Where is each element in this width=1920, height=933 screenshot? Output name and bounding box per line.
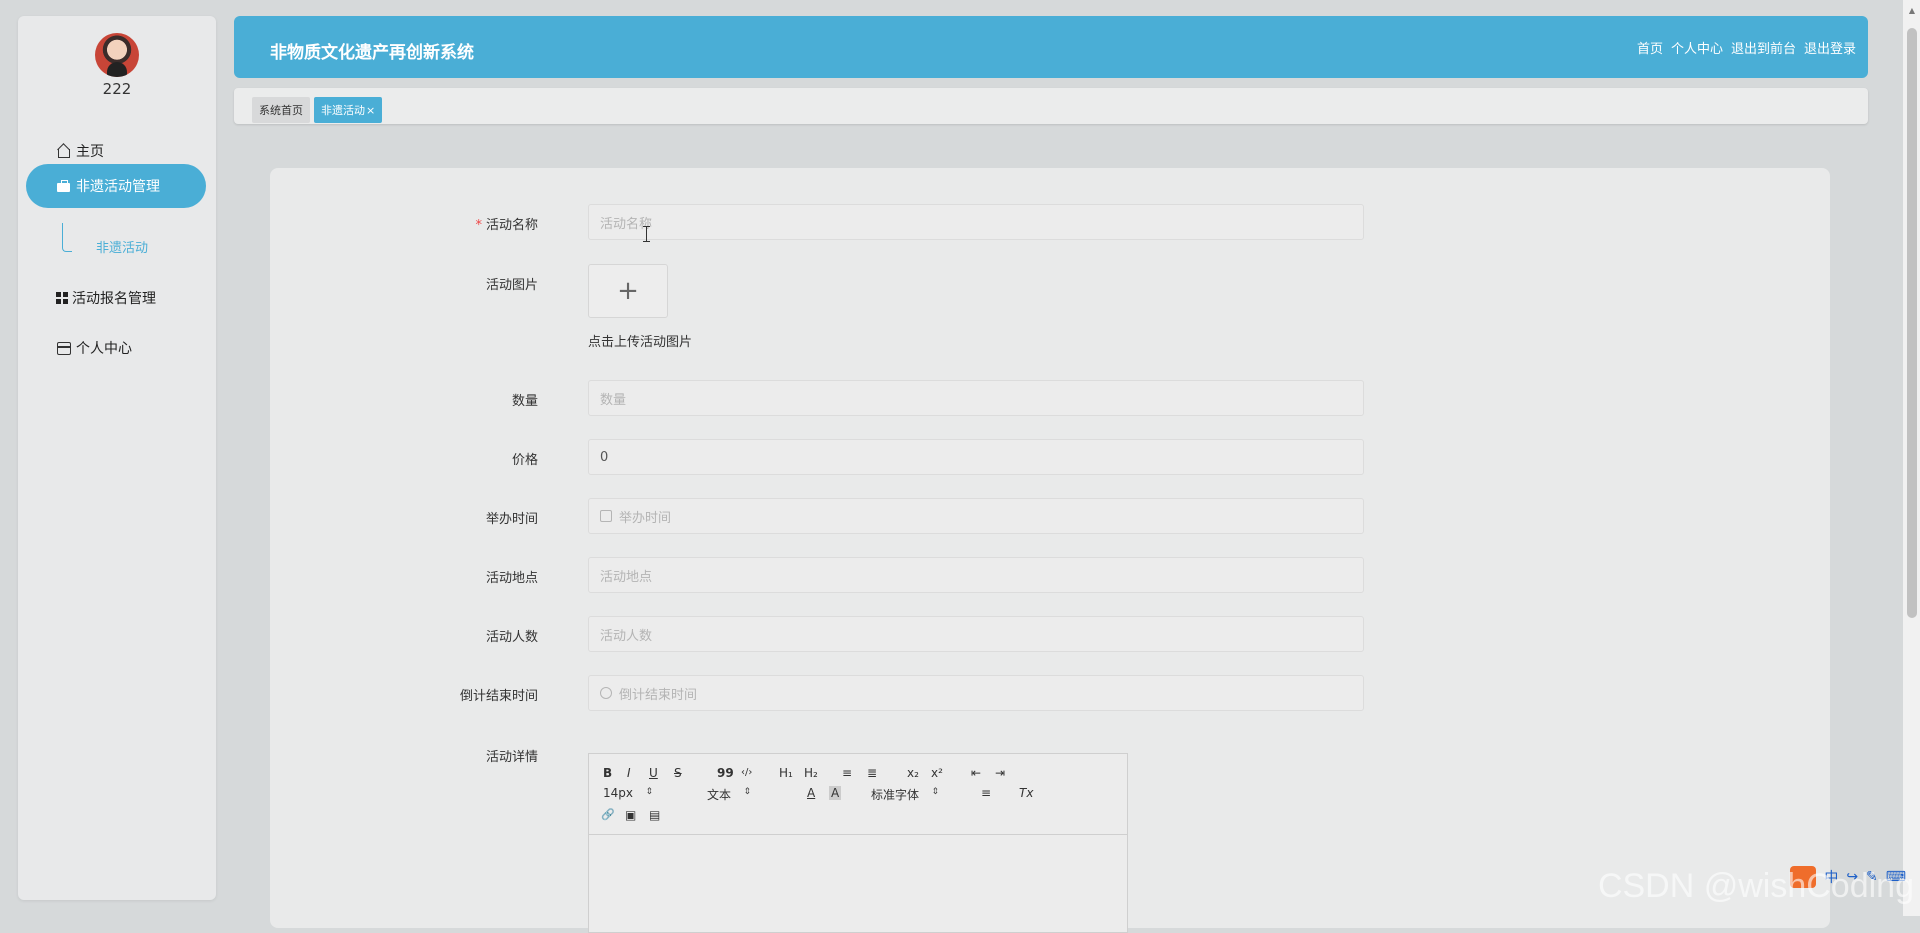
countdown-end-label: 倒计结束时间 bbox=[459, 689, 538, 704]
location-input[interactable]: 活动地点 bbox=[588, 557, 1364, 593]
required-mark: * bbox=[475, 218, 482, 233]
header-link-personal-center[interactable]: 个人中心 bbox=[1671, 38, 1723, 57]
price-label: 价格 bbox=[511, 453, 538, 468]
scroll-up-arrow-icon[interactable]: ▲ bbox=[1909, 6, 1915, 15]
calendar-icon bbox=[600, 510, 612, 522]
align-button[interactable]: ≡ bbox=[981, 786, 991, 800]
sidebar-item-label: 个人中心 bbox=[76, 341, 132, 357]
font-family-select[interactable]: 标准字体 bbox=[871, 786, 939, 803]
avatar[interactable] bbox=[95, 33, 139, 77]
strike-button[interactable]: S bbox=[674, 766, 682, 780]
editor-toolbar: B I U S 99 ‹/› H₁ H₂ ≡ ≣ x₂ x² ⇤ ⇥ 14px … bbox=[589, 754, 1127, 835]
bold-button[interactable]: B bbox=[603, 766, 612, 780]
clear-format-button[interactable]: Tx bbox=[1019, 786, 1033, 800]
price-input[interactable]: 0 bbox=[588, 439, 1364, 475]
activity-image-label: 活动图片 bbox=[485, 278, 538, 293]
people-count-input[interactable]: 活动人数 bbox=[588, 616, 1364, 652]
header-link-logout[interactable]: 退出登录 bbox=[1804, 38, 1856, 57]
header-link-home[interactable]: 首页 bbox=[1637, 38, 1663, 57]
tab-label: 非遗活动 bbox=[321, 104, 365, 117]
location-placeholder: 活动地点 bbox=[600, 569, 653, 585]
tab-system-home[interactable]: 系统首页 bbox=[252, 97, 310, 123]
location-label: 活动地点 bbox=[485, 571, 538, 586]
plus-icon: + bbox=[617, 276, 639, 306]
bullet-list-button[interactable]: ≣ bbox=[867, 766, 877, 780]
price-value: 0 bbox=[600, 449, 609, 465]
activity-name-label-text: 活动名称 bbox=[485, 218, 538, 233]
editor-content-area[interactable] bbox=[589, 835, 1127, 932]
sidebar-item-label: 非遗活动管理 bbox=[76, 179, 160, 195]
page-title: 非物质文化遗产再创新系统 bbox=[270, 43, 474, 63]
sidebar-item-personal-center[interactable]: 个人中心 bbox=[26, 326, 206, 370]
font-size-select[interactable]: 14px bbox=[603, 786, 653, 800]
h2-button[interactable]: H₂ bbox=[804, 766, 818, 780]
image-button[interactable]: ▣ bbox=[625, 808, 636, 822]
people-count-placeholder: 活动人数 bbox=[600, 628, 653, 644]
ordered-list-button[interactable]: ≡ bbox=[842, 766, 852, 780]
countdown-end-placeholder: 倒计结束时间 bbox=[619, 687, 698, 703]
page-scrollbar[interactable]: ▲ bbox=[1903, 0, 1920, 916]
sidebar-item-registration-management[interactable]: 活动报名管理 bbox=[26, 276, 206, 320]
header-links: 首页 个人中心 退出到前台 退出登录 bbox=[1637, 38, 1856, 57]
indent-button[interactable]: ⇥ bbox=[995, 766, 1005, 780]
sidebar-item-label: 主页 bbox=[76, 144, 104, 160]
text-type-select[interactable]: 文本 bbox=[707, 786, 751, 803]
video-button[interactable]: ▤ bbox=[649, 808, 660, 822]
sidebar: 222 主页 非遗活动管理 非遗活动 活动报名管理 个人中心 bbox=[18, 16, 216, 900]
header-link-front[interactable]: 退出到前台 bbox=[1731, 38, 1796, 57]
sidebar-subitem-label: 非遗活动 bbox=[96, 240, 149, 256]
code-button[interactable]: ‹/› bbox=[741, 766, 752, 780]
text-cursor bbox=[643, 226, 650, 242]
detail-label: 活动详情 bbox=[485, 750, 538, 765]
people-count-label: 活动人数 bbox=[485, 630, 538, 645]
background-color-button[interactable]: A bbox=[829, 786, 842, 800]
quote-button[interactable]: 99 bbox=[717, 766, 734, 780]
sidebar-item-activity-management[interactable]: 非遗活动管理 bbox=[26, 164, 206, 208]
italic-button[interactable]: I bbox=[627, 766, 631, 780]
link-button[interactable]: 🔗 bbox=[601, 808, 615, 822]
underline-button[interactable]: U bbox=[649, 766, 658, 780]
username: 222 bbox=[102, 80, 132, 98]
event-time-placeholder: 举办时间 bbox=[619, 510, 672, 526]
image-upload-button[interactable]: + bbox=[588, 264, 668, 318]
sidebar-subitem-activity[interactable]: 非遗活动 bbox=[62, 229, 182, 263]
scroll-thumb[interactable] bbox=[1907, 28, 1917, 618]
h1-button[interactable]: H₁ bbox=[779, 766, 793, 780]
quantity-input[interactable]: 数量 bbox=[588, 380, 1364, 416]
tab-label: 系统首页 bbox=[259, 104, 303, 117]
rich-text-editor: B I U S 99 ‹/› H₁ H₂ ≡ ≣ x₂ x² ⇤ ⇥ 14px … bbox=[588, 753, 1128, 933]
upload-hint: 点击上传活动图片 bbox=[588, 335, 693, 350]
superscript-button[interactable]: x² bbox=[931, 766, 943, 780]
activity-name-input[interactable]: 活动名称 bbox=[588, 204, 1364, 240]
top-header: 非物质文化遗产再创新系统 首页 个人中心 退出到前台 退出登录 bbox=[234, 16, 1868, 78]
clock-icon bbox=[600, 687, 612, 699]
font-color-button[interactable]: A bbox=[807, 786, 815, 800]
grid-icon bbox=[56, 292, 68, 304]
csdn-watermark: CSDN @wishCoding bbox=[1597, 867, 1914, 905]
bag-icon bbox=[56, 178, 72, 194]
countdown-end-picker[interactable]: 倒计结束时间 bbox=[588, 675, 1364, 711]
event-time-picker[interactable]: 举办时间 bbox=[588, 498, 1364, 534]
outdent-button[interactable]: ⇤ bbox=[971, 766, 981, 780]
event-time-label: 举办时间 bbox=[485, 512, 538, 527]
home-icon bbox=[56, 143, 72, 159]
form-card: * 活动名称 活动名称 活动图片 + 点击上传活动图片 数量 数量 价格 0 举办… bbox=[270, 168, 1830, 933]
sidebar-item-label: 活动报名管理 bbox=[72, 291, 156, 307]
quantity-placeholder: 数量 bbox=[600, 392, 627, 408]
card-icon bbox=[56, 340, 72, 356]
tab-activity[interactable]: 非遗活动 × bbox=[314, 97, 383, 123]
tabs-bar: 系统首页 非遗活动 × bbox=[234, 88, 1868, 124]
quantity-label: 数量 bbox=[511, 394, 538, 409]
activity-name-label: * 活动名称 bbox=[475, 214, 538, 233]
subscript-button[interactable]: x₂ bbox=[907, 766, 919, 780]
tab-close-icon[interactable]: × bbox=[366, 104, 375, 117]
activity-name-placeholder: 活动名称 bbox=[600, 216, 653, 232]
